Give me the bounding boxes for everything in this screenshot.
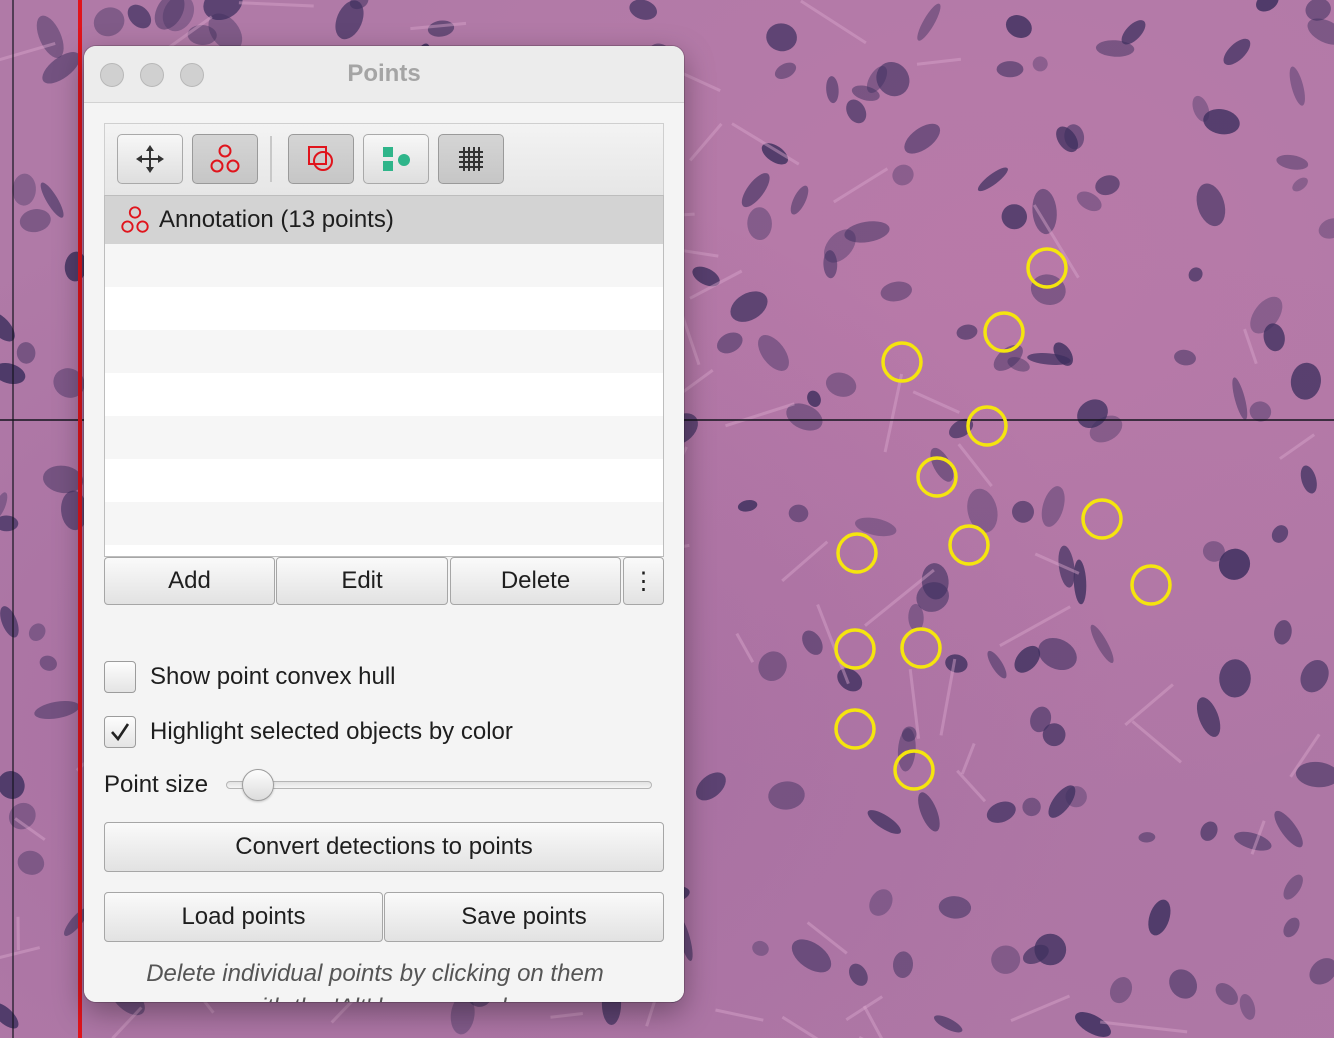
list-empty-row bbox=[105, 502, 663, 545]
dialog-titlebar[interactable]: Points bbox=[84, 46, 684, 103]
load-points-button[interactable]: Load points bbox=[104, 892, 383, 942]
help-note: Delete individual points by clicking on … bbox=[84, 957, 666, 1002]
list-empty-row bbox=[105, 373, 663, 416]
selection-mode-button[interactable] bbox=[288, 134, 354, 184]
point-size-row: Point size bbox=[104, 767, 664, 803]
points-dialog: Points Annotation (13 points) Add Edit D… bbox=[84, 46, 684, 1002]
points-tool-button[interactable] bbox=[192, 134, 258, 184]
list-empty-row bbox=[105, 459, 663, 502]
annotation-list[interactable]: Annotation (13 points) bbox=[104, 195, 664, 557]
save-points-button[interactable]: Save points bbox=[384, 892, 664, 942]
list-empty-row bbox=[105, 330, 663, 373]
highlight-selected-option[interactable]: Highlight selected objects by color bbox=[104, 715, 513, 749]
list-action-buttons: Add Edit Delete ⋮ bbox=[104, 557, 664, 607]
annotation-point-marker[interactable] bbox=[1130, 564, 1172, 606]
annotation-point-marker[interactable] bbox=[893, 749, 935, 791]
highlight-selected-label: Highlight selected objects by color bbox=[150, 718, 513, 745]
move-arrows-icon bbox=[136, 145, 164, 173]
point-size-slider-track[interactable] bbox=[226, 781, 652, 789]
annotation-point-marker[interactable] bbox=[881, 341, 923, 383]
edit-button[interactable]: Edit bbox=[276, 557, 448, 605]
points-toolbar bbox=[104, 123, 664, 195]
grid-icon bbox=[459, 147, 483, 171]
toolbar-separator bbox=[270, 136, 272, 182]
move-tool-button[interactable] bbox=[117, 134, 183, 184]
list-empty-row bbox=[105, 416, 663, 459]
points-icon bbox=[121, 206, 149, 233]
annotation-point-marker[interactable] bbox=[836, 532, 878, 574]
help-note-line-1: Delete individual points by clicking on … bbox=[146, 960, 604, 987]
point-size-label: Point size bbox=[104, 771, 209, 798]
add-button[interactable]: Add bbox=[104, 557, 275, 605]
annotation-point-marker[interactable] bbox=[834, 628, 876, 670]
list-empty-row bbox=[105, 287, 663, 330]
point-size-slider-thumb[interactable] bbox=[241, 769, 274, 801]
annotation-point-marker[interactable] bbox=[900, 627, 942, 669]
show-grid-button[interactable] bbox=[438, 134, 504, 184]
more-options-button[interactable]: ⋮ bbox=[623, 557, 664, 605]
detections-icon bbox=[383, 147, 410, 171]
show-convex-hull-label: Show point convex hull bbox=[150, 663, 396, 690]
annotation-point-marker[interactable] bbox=[983, 311, 1025, 353]
show-convex-hull-option[interactable]: Show point convex hull bbox=[104, 660, 395, 694]
dialog-content: Annotation (13 points) Add Edit Delete ⋮… bbox=[84, 103, 684, 1002]
show-convex-hull-checkbox[interactable] bbox=[104, 661, 136, 693]
show-detections-button[interactable] bbox=[363, 134, 429, 184]
selection-mode-icon bbox=[308, 146, 333, 171]
list-empty-row bbox=[105, 244, 663, 287]
highlight-selected-checkbox[interactable] bbox=[104, 716, 136, 748]
annotation-point-marker[interactable] bbox=[1081, 498, 1123, 540]
annotation-point-marker[interactable] bbox=[966, 405, 1008, 447]
annotation-point-marker[interactable] bbox=[948, 524, 990, 566]
annotation-point-marker[interactable] bbox=[834, 708, 876, 750]
list-item-label: Annotation (13 points) bbox=[159, 206, 394, 233]
list-item[interactable]: Annotation (13 points) bbox=[105, 196, 663, 244]
delete-button[interactable]: Delete bbox=[450, 557, 621, 605]
annotation-point-marker[interactable] bbox=[1026, 247, 1068, 289]
convert-detections-button[interactable]: Convert detections to points bbox=[104, 822, 664, 872]
checkmark-icon bbox=[111, 723, 130, 742]
dialog-title: Points bbox=[347, 60, 421, 87]
points-icon bbox=[210, 144, 240, 173]
annotation-point-marker[interactable] bbox=[916, 456, 958, 498]
help-note-line-2: with the 'Alt' key pressed bbox=[84, 991, 666, 1002]
